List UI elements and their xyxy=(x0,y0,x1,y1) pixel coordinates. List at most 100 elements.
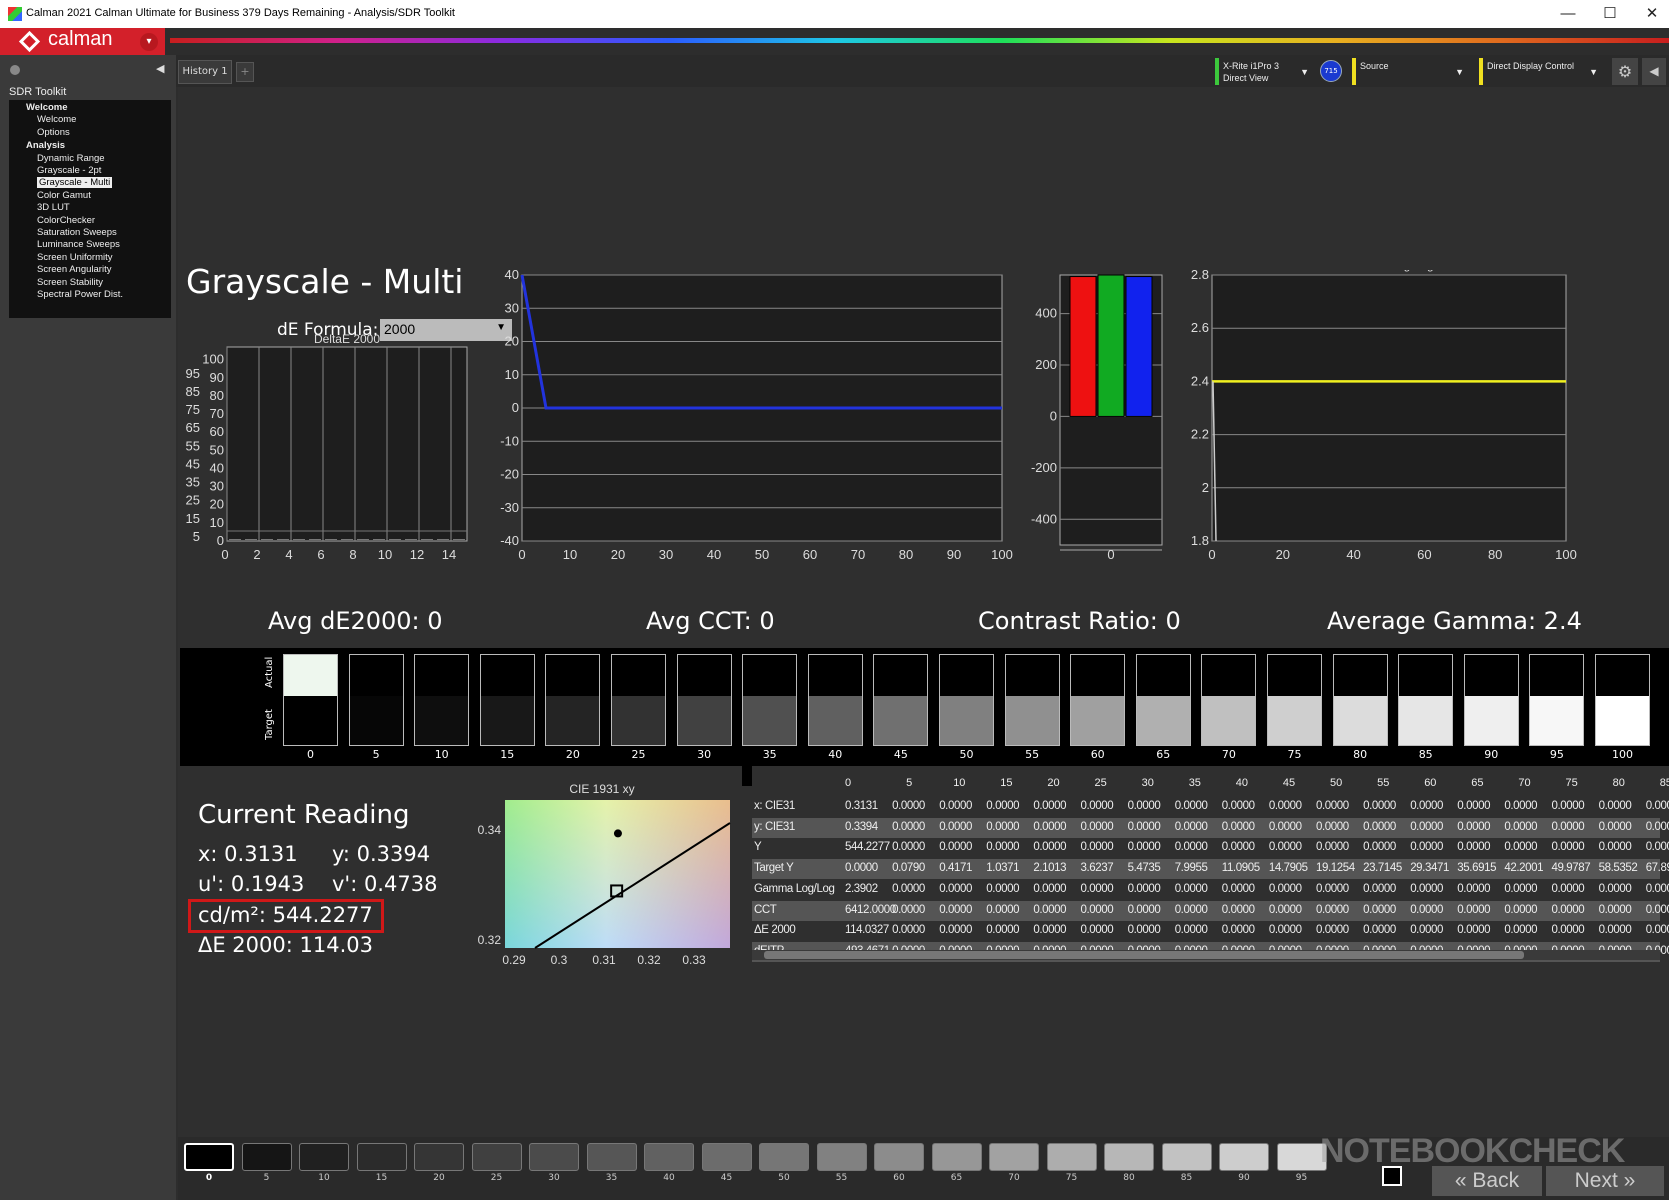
table-cell: 0.0000 xyxy=(1504,800,1538,812)
grayscale-swatch[interactable] xyxy=(939,654,994,746)
scrollbar-thumb[interactable] xyxy=(764,951,1524,959)
table-column-header[interactable]: 5 xyxy=(906,777,912,789)
grayscale-swatch[interactable] xyxy=(1004,654,1060,746)
close-button[interactable]: ✕ xyxy=(1637,4,1667,24)
footer-swatch[interactable] xyxy=(1276,1143,1327,1171)
sidebar-item[interactable]: Analysis xyxy=(26,140,65,151)
maximize-button[interactable]: ☐ xyxy=(1595,4,1625,24)
table-column-header[interactable]: 20 xyxy=(1047,777,1059,789)
footer-swatch[interactable] xyxy=(874,1143,924,1171)
table-column-header[interactable]: 85 xyxy=(1660,777,1669,789)
footer-swatch[interactable] xyxy=(1161,1143,1212,1171)
back-button[interactable]: « Back xyxy=(1432,1166,1542,1196)
table-column-header[interactable]: 70 xyxy=(1518,777,1530,789)
table-column-header[interactable]: 0 xyxy=(845,777,851,789)
footer-swatch[interactable] xyxy=(414,1143,464,1171)
grayscale-swatch[interactable] xyxy=(807,654,863,746)
grayscale-swatch[interactable] xyxy=(1595,654,1650,746)
gear-icon[interactable]: ⚙ xyxy=(1612,58,1638,85)
footer-swatch[interactable] xyxy=(529,1143,579,1171)
table-column-header[interactable]: 55 xyxy=(1377,777,1389,789)
footer-swatch[interactable] xyxy=(241,1143,292,1171)
minimize-button[interactable]: — xyxy=(1553,4,1583,24)
table-column-header[interactable]: 50 xyxy=(1330,777,1342,789)
footer-swatch[interactable] xyxy=(989,1143,1039,1171)
sidebar-item[interactable]: Screen Uniformity xyxy=(37,252,113,263)
tab-history-1[interactable]: History 1 xyxy=(178,60,232,84)
table-cell: 0.0000 xyxy=(1221,882,1255,895)
table-column-header[interactable]: 25 xyxy=(1095,777,1107,789)
grayscale-swatch[interactable] xyxy=(676,654,732,746)
grayscale-swatch[interactable] xyxy=(283,654,338,746)
sidebar-item[interactable]: Options xyxy=(37,127,70,138)
meter-badge[interactable]: 715 xyxy=(1320,60,1342,82)
grayscale-swatch[interactable] xyxy=(1070,654,1126,746)
footer-swatch[interactable] xyxy=(586,1143,637,1171)
table-column-header[interactable]: 45 xyxy=(1283,777,1295,789)
sidebar-item[interactable]: Grayscale - Multi xyxy=(37,177,113,189)
grayscale-swatch[interactable] xyxy=(1398,654,1454,746)
sidebar-collapse-icon[interactable]: ◀ xyxy=(156,62,164,75)
source-selector[interactable]: Source ▼ xyxy=(1352,58,1470,85)
footer-swatch[interactable] xyxy=(1046,1143,1097,1171)
chevron-down-icon[interactable]: ▾ xyxy=(140,33,158,51)
sidebar-item[interactable]: 3D LUT xyxy=(37,202,70,213)
x-tick: 0 xyxy=(221,547,228,562)
display-selector[interactable]: Direct Display Control ▼ xyxy=(1479,58,1604,85)
grayscale-swatch[interactable] xyxy=(1332,654,1388,746)
table-column-header[interactable]: 15 xyxy=(1000,777,1012,789)
table-column-header[interactable]: 75 xyxy=(1566,777,1578,789)
footer-swatch[interactable] xyxy=(299,1143,349,1171)
table-column-header[interactable]: 80 xyxy=(1613,777,1625,789)
grayscale-swatch[interactable] xyxy=(1463,654,1519,746)
table-scrollbar[interactable] xyxy=(752,950,1660,960)
grayscale-swatch[interactable] xyxy=(348,654,404,746)
footer-swatch[interactable] xyxy=(644,1143,694,1171)
grayscale-swatch[interactable] xyxy=(1201,654,1257,746)
table-cell: 0.0000 xyxy=(1221,820,1255,833)
footer-swatch[interactable] xyxy=(1219,1143,1269,1171)
calman-logo-button[interactable]: calman ▾ xyxy=(0,28,165,55)
table-column-header[interactable]: 10 xyxy=(953,777,965,789)
sidebar-item[interactable]: ColorChecker xyxy=(37,215,95,226)
sidebar-item[interactable]: Welcome xyxy=(26,102,68,113)
sidebar-item[interactable]: Grayscale - 2pt xyxy=(37,165,101,176)
footer-swatch[interactable] xyxy=(701,1143,752,1171)
sidebar-item[interactable]: Color Gamut xyxy=(37,190,91,201)
sidebar-item[interactable]: Screen Stability xyxy=(37,277,103,288)
sidebar-item[interactable]: Spectral Power Dist. xyxy=(37,289,123,300)
footer-swatch[interactable] xyxy=(931,1143,982,1171)
panel-collapse-icon[interactable]: ◀ xyxy=(1642,58,1666,85)
sidebar-item[interactable]: Luminance Sweeps xyxy=(37,239,120,250)
grayscale-swatch[interactable] xyxy=(479,654,535,746)
footer-swatch[interactable] xyxy=(184,1143,234,1171)
stop-icon[interactable] xyxy=(1382,1166,1402,1186)
add-tab-button[interactable]: + xyxy=(236,62,254,82)
sidebar-pin-icon[interactable] xyxy=(10,65,20,75)
footer-swatch[interactable] xyxy=(759,1143,809,1171)
table-column-header[interactable]: 40 xyxy=(1236,777,1248,789)
sidebar-item[interactable]: Saturation Sweeps xyxy=(37,227,117,238)
grayscale-swatch[interactable] xyxy=(1267,654,1322,746)
grayscale-swatch[interactable] xyxy=(414,654,470,746)
next-button[interactable]: Next » xyxy=(1546,1166,1664,1196)
footer-swatch[interactable] xyxy=(816,1143,867,1171)
grayscale-swatch[interactable] xyxy=(742,654,798,746)
sidebar-item[interactable]: Dynamic Range xyxy=(37,153,105,164)
table-column-header[interactable]: 65 xyxy=(1471,777,1483,789)
grayscale-swatch[interactable] xyxy=(873,654,929,746)
table-column-header[interactable]: 60 xyxy=(1424,777,1436,789)
table-column-header[interactable]: 35 xyxy=(1189,777,1201,789)
footer-swatch[interactable] xyxy=(471,1143,522,1171)
footer-swatch[interactable] xyxy=(356,1143,407,1171)
footer-swatch[interactable] xyxy=(1104,1143,1154,1171)
sidebar-item[interactable]: Welcome xyxy=(37,114,76,125)
table-column-header[interactable]: 30 xyxy=(1142,777,1154,789)
grayscale-swatch[interactable] xyxy=(1529,654,1585,746)
grayscale-swatch[interactable] xyxy=(611,654,666,746)
grayscale-swatch[interactable] xyxy=(545,654,601,746)
meter-selector[interactable]: X-Rite i1Pro 3 Direct View ▼ xyxy=(1215,58,1315,85)
target-patch xyxy=(612,696,665,745)
sidebar-item[interactable]: Screen Angularity xyxy=(37,264,111,275)
grayscale-swatch[interactable] xyxy=(1135,654,1191,746)
